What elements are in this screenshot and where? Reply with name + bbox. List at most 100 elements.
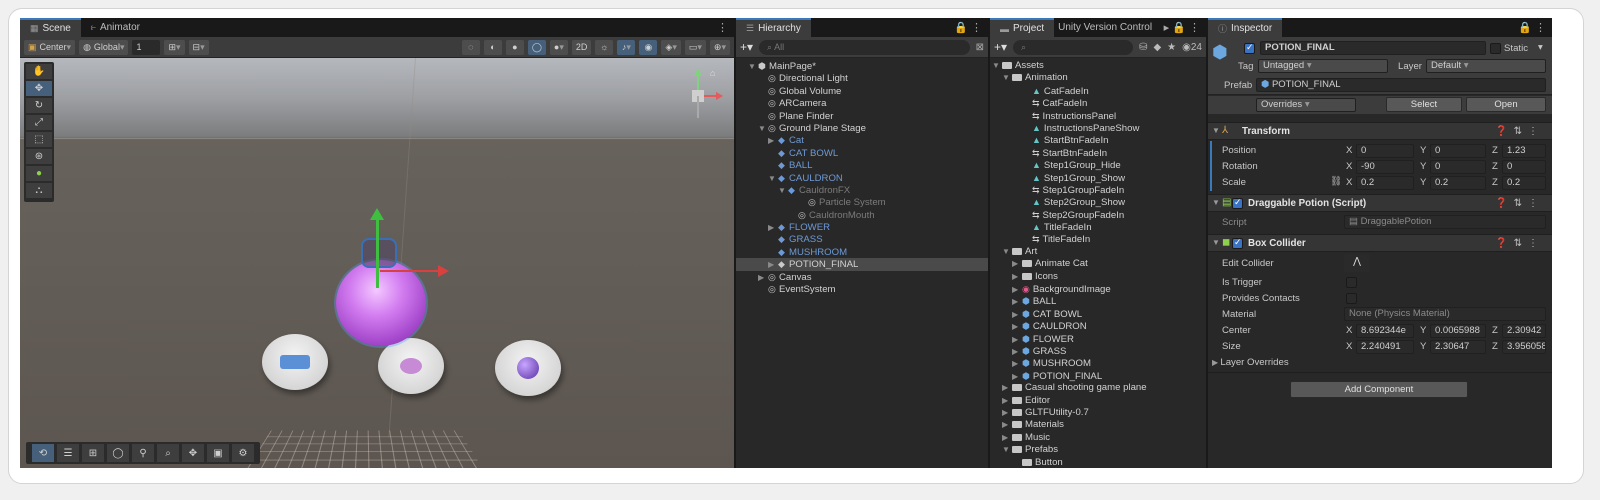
hierarchy-row[interactable]: ▶ ◆ FLOWER bbox=[736, 221, 988, 233]
star-icon[interactable]: ★ bbox=[1167, 42, 1176, 53]
hierarchy-row[interactable]: ▶ ◆ POTION_FINAL bbox=[736, 258, 988, 271]
overlay-pan-button[interactable]: ✥ bbox=[182, 444, 204, 462]
transform-tool[interactable]: ⊛ bbox=[26, 149, 52, 164]
expand-arrow-icon[interactable]: ▶ bbox=[1002, 419, 1012, 431]
move-gizmo-x[interactable] bbox=[380, 270, 440, 272]
snap-grid-button[interactable]: ⊞ bbox=[164, 39, 185, 55]
overlay-zoom-button[interactable]: ⌕ bbox=[157, 444, 179, 462]
project-row[interactable]: ▶ ⬢ POTION_FINAL bbox=[990, 370, 1206, 382]
scale-y-field[interactable]: 0.2 bbox=[1430, 176, 1486, 190]
pivot-dropdown[interactable]: ▣ Center bbox=[24, 39, 76, 55]
project-row[interactable]: ▲ Step1Group_Show bbox=[990, 172, 1206, 184]
expand-arrow-icon[interactable]: ▼ bbox=[992, 60, 1002, 72]
center-z-field[interactable]: 2.30942 bbox=[1502, 324, 1546, 338]
project-row[interactable]: ▲ StartBtnFadeIn bbox=[990, 134, 1206, 146]
draggable-potion-header[interactable]: ▼ ▤ Draggable Potion (Script) ❓⇅⋮ bbox=[1208, 194, 1552, 212]
grid-size-input[interactable]: 1 bbox=[132, 39, 161, 55]
hierarchy-row[interactable]: ▼ ◎ Ground Plane Stage bbox=[736, 122, 988, 134]
project-row[interactable]: ⇆ CatFadeIn bbox=[990, 97, 1206, 109]
add-component-button[interactable]: Add Component bbox=[1290, 381, 1468, 398]
project-row[interactable]: ⇆ StartBtnFadeIn bbox=[990, 147, 1206, 159]
expand-arrow-icon[interactable]: ▼ bbox=[1002, 246, 1012, 258]
move-gizmo-x-arrow[interactable] bbox=[438, 265, 449, 277]
hierarchy-row[interactable]: ▼ ⬢ MainPage* bbox=[736, 60, 988, 72]
visibility-count-icon[interactable]: ◉24 bbox=[1182, 42, 1202, 53]
orientation-gizmo[interactable]: ⌂ bbox=[672, 66, 724, 126]
tab-hierarchy[interactable]: ☰ Hierarchy bbox=[736, 18, 811, 37]
project-row[interactable]: ▶ ⬢ CAT BOWL bbox=[990, 308, 1206, 320]
expand-arrow-icon[interactable]: ▶ bbox=[1012, 258, 1022, 270]
hierarchy-row[interactable]: ▼ ◆ CauldronFX bbox=[736, 184, 988, 196]
collider-enabled-checkbox[interactable] bbox=[1232, 237, 1243, 249]
script-controls-icon[interactable]: ❓⇅⋮ bbox=[1495, 198, 1544, 209]
scene-viewport[interactable]: ✋ ✥ ↻ ⤢ ⬚ ⊛ ● ⛬ ⌂ ⟲ ☰ ⊞ ◯ ⚲ ⌕ ✥ ▣ ⚙ bbox=[20, 58, 734, 468]
filter-label-icon[interactable]: ◆ bbox=[1153, 42, 1161, 53]
project-row[interactable]: ▼ Animation bbox=[990, 72, 1206, 84]
hierarchy-row[interactable]: ◆ MUSHROOM bbox=[736, 246, 988, 258]
wireframe-shading-button[interactable]: ◌ bbox=[461, 39, 480, 55]
project-row[interactable]: ⇆ Step1GroupFadeIn bbox=[990, 184, 1206, 196]
tab-animator[interactable]: ⥼ Animator bbox=[81, 18, 150, 37]
project-row[interactable]: ⇆ TitleFadeIn bbox=[990, 233, 1206, 245]
project-row[interactable]: ▶ Editor bbox=[990, 395, 1206, 407]
center-y-field[interactable]: 0.0065988 bbox=[1430, 324, 1486, 338]
project-add-icon[interactable]: +▾ bbox=[994, 40, 1007, 54]
component-controls-icon[interactable]: ❓⇅⋮ bbox=[1495, 126, 1544, 137]
project-row[interactable]: ▶ Casual shooting game plane bbox=[990, 382, 1206, 394]
project-row[interactable]: ▶ ⬢ CAULDRON bbox=[990, 320, 1206, 332]
overlay-align-button[interactable]: ☰ bbox=[57, 444, 79, 462]
hierarchy-row[interactable]: ▼ ◆ CAULDRON bbox=[736, 172, 988, 184]
center-x-field[interactable]: 8.692344e bbox=[1356, 324, 1414, 338]
pivot-tool[interactable]: ⛬ bbox=[26, 183, 52, 198]
hierarchy-row[interactable]: ◎ Plane Finder bbox=[736, 110, 988, 122]
static-checkbox[interactable] bbox=[1490, 43, 1501, 54]
hand-tool[interactable]: ✋ bbox=[26, 64, 52, 79]
hierarchy-row[interactable]: ◆ BALL bbox=[736, 159, 988, 171]
hierarchy-row[interactable]: ▶ ◎ Canvas bbox=[736, 271, 988, 283]
project-search-input[interactable]: ⌕ bbox=[1013, 39, 1134, 55]
open-button[interactable]: Open bbox=[1466, 97, 1546, 112]
project-row[interactable]: ▼ Art bbox=[990, 246, 1206, 258]
project-menu-icon[interactable]: ▸ 🔒 ⋮ bbox=[1164, 21, 1200, 34]
cat-bowl-disc[interactable] bbox=[262, 334, 328, 390]
hierarchy-row[interactable]: ◎ Directional Light bbox=[736, 72, 988, 84]
project-row[interactable]: ▶ ⬢ GRASS bbox=[990, 345, 1206, 357]
script-enabled-checkbox[interactable] bbox=[1232, 197, 1243, 209]
edit-collider-button[interactable]: ⋀ bbox=[1344, 254, 1370, 272]
potion-object[interactable] bbox=[336, 260, 426, 346]
position-x-field[interactable]: 0 bbox=[1356, 144, 1414, 158]
link-icon[interactable]: ⛓ bbox=[1330, 176, 1342, 187]
project-row[interactable]: ▶ ⬢ FLOWER bbox=[990, 333, 1206, 345]
overlay-move-button[interactable]: ⟲ bbox=[32, 444, 54, 462]
expand-arrow-icon[interactable]: ▼ bbox=[1002, 444, 1012, 456]
project-row[interactable]: ▶ Icons bbox=[990, 271, 1206, 283]
gizmos-dropdown[interactable]: ⊕ bbox=[709, 39, 730, 55]
hierarchy-row[interactable]: ◎ EventSystem bbox=[736, 283, 988, 295]
position-z-field[interactable]: 1.23 bbox=[1502, 144, 1546, 158]
tab-version-control[interactable]: Unity Version Control bbox=[1054, 18, 1156, 37]
material-field[interactable]: None (Physics Material) bbox=[1344, 307, 1546, 321]
move-gizmo-y[interactable] bbox=[376, 218, 379, 288]
2d-toggle[interactable]: 2D bbox=[571, 39, 592, 55]
layer-dropdown[interactable]: Default bbox=[1426, 59, 1546, 73]
rect-tool[interactable]: ⬚ bbox=[26, 132, 52, 147]
shaded-button[interactable]: ● bbox=[505, 39, 524, 55]
size-x-field[interactable]: 2.240491 bbox=[1356, 340, 1414, 354]
overlay-path-button[interactable]: ⚲ bbox=[132, 444, 154, 462]
rotation-z-field[interactable]: 0 bbox=[1502, 160, 1546, 174]
overlay-camera-button[interactable]: ▣ bbox=[207, 444, 229, 462]
scale-x-field[interactable]: 0.2 bbox=[1356, 176, 1414, 190]
position-y-field[interactable]: 0 bbox=[1430, 144, 1486, 158]
overlay-settings-button[interactable]: ⚙ bbox=[232, 444, 254, 462]
hierarchy-menu-icon[interactable]: 🔒 ⋮ bbox=[954, 21, 982, 34]
rotate-tool[interactable]: ↻ bbox=[26, 98, 52, 113]
hierarchy-row[interactable]: ◎ ARCamera bbox=[736, 97, 988, 109]
provides-contacts-checkbox[interactable] bbox=[1346, 293, 1357, 304]
expand-arrow-icon[interactable]: ▶ bbox=[1012, 358, 1022, 370]
expand-arrow-icon[interactable]: ▶ bbox=[1002, 395, 1012, 407]
filter-icon[interactable]: ⊠ bbox=[976, 42, 984, 53]
box-collider-header[interactable]: ▼ ◼ Box Collider ❓⇅⋮ bbox=[1208, 234, 1552, 252]
hierarchy-row[interactable]: ◎ Particle System bbox=[736, 196, 988, 208]
overlay-grid-button[interactable]: ⊞ bbox=[82, 444, 104, 462]
render-mode-dropdown[interactable]: ● bbox=[549, 39, 568, 55]
